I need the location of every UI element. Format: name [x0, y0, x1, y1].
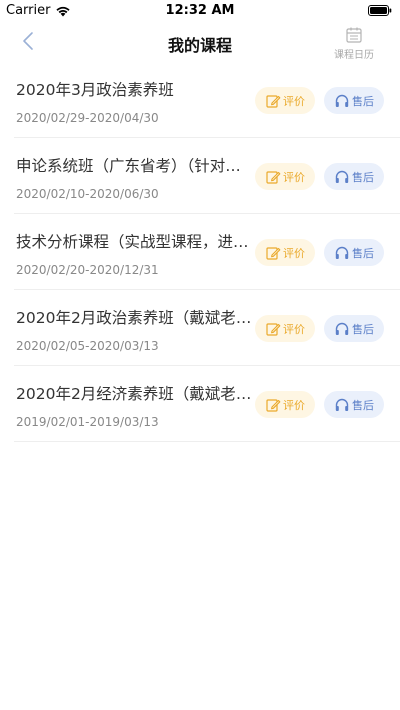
course-dates: 2019/02/01-2019/03/13: [16, 415, 159, 429]
headphones-icon: [335, 170, 349, 183]
review-label: 评价: [283, 246, 305, 260]
course-item[interactable]: 2020年3月政治素养班 2020/02/29-2020/04/30 评价 售后: [14, 62, 400, 138]
headphones-icon: [335, 398, 349, 411]
headphones-icon: [335, 246, 349, 259]
edit-icon: [266, 94, 281, 108]
course-title: 技术分析课程（实战型课程，进阶版）: [16, 233, 252, 251]
after-sales-label: 售后: [352, 170, 374, 184]
review-button[interactable]: 评价: [255, 315, 315, 342]
edit-icon: [266, 170, 281, 184]
course-title: 2020年2月经济素养班（戴斌老师）: [16, 385, 252, 403]
course-item[interactable]: 2020年2月经济素养班（戴斌老师） 2019/02/01-2019/03/13…: [14, 366, 400, 442]
edit-icon: [266, 246, 281, 260]
course-dates: 2020/02/10-2020/06/30: [16, 187, 159, 201]
after-sales-label: 售后: [352, 246, 374, 260]
status-time: 12:32 AM: [165, 3, 235, 18]
after-sales-button[interactable]: 售后: [324, 87, 384, 114]
course-calendar-button[interactable]: 课程日历: [330, 26, 378, 61]
after-sales-label: 售后: [352, 322, 374, 336]
review-label: 评价: [283, 322, 305, 336]
after-sales-button[interactable]: 售后: [324, 163, 384, 190]
course-list: 2020年3月政治素养班 2020/02/29-2020/04/30 评价 售后…: [0, 62, 400, 442]
status-bar: Carrier 12:32 AM: [0, 0, 400, 22]
headphones-icon: [335, 322, 349, 335]
calendar-label: 课程日历: [334, 50, 374, 61]
course-dates: 2020/02/29-2020/04/30: [16, 111, 159, 125]
course-dates: 2020/02/20-2020/12/31: [16, 263, 159, 277]
course-title: 2020年3月政治素养班: [16, 81, 174, 99]
review-label: 评价: [283, 398, 305, 412]
course-title: 2020年2月政治素养班（戴斌老师）: [16, 309, 252, 327]
battery-icon: [368, 5, 392, 16]
course-item[interactable]: 技术分析课程（实战型课程，进阶版） 2020/02/20-2020/12/31 …: [14, 214, 400, 290]
course-title: 申论系统班（广东省考）（针对性提升）: [16, 157, 252, 175]
review-button[interactable]: 评价: [255, 391, 315, 418]
review-label: 评价: [283, 94, 305, 108]
headphones-icon: [335, 94, 349, 107]
calendar-icon: [346, 27, 362, 43]
edit-icon: [266, 322, 281, 336]
after-sales-label: 售后: [352, 94, 374, 108]
course-dates: 2020/02/05-2020/03/13: [16, 339, 159, 353]
after-sales-button[interactable]: 售后: [324, 315, 384, 342]
review-button[interactable]: 评价: [255, 163, 315, 190]
after-sales-button[interactable]: 售后: [324, 239, 384, 266]
review-button[interactable]: 评价: [255, 239, 315, 266]
after-sales-button[interactable]: 售后: [324, 391, 384, 418]
after-sales-label: 售后: [352, 398, 374, 412]
review-label: 评价: [283, 170, 305, 184]
course-item[interactable]: 2020年2月政治素养班（戴斌老师） 2020/02/05-2020/03/13…: [14, 290, 400, 366]
navigation-bar: 我的课程 课程日历: [0, 22, 400, 62]
edit-icon: [266, 398, 281, 412]
course-item[interactable]: 申论系统班（广东省考）（针对性提升） 2020/02/10-2020/06/30…: [14, 138, 400, 214]
review-button[interactable]: 评价: [255, 87, 315, 114]
